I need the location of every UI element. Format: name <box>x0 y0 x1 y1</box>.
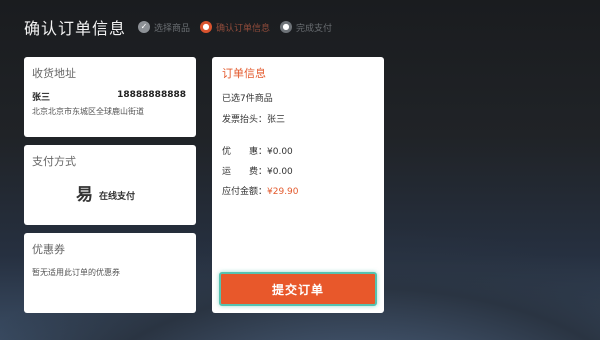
page-title: 确认订单信息 <box>24 19 127 38</box>
discount-value: ¥0.00 <box>267 147 293 157</box>
step-label: 选择商品 <box>154 23 191 34</box>
progress-steps: ✓ 选择商品 ● 确认订单信息 ● 完成支付 <box>138 21 332 34</box>
step-complete-payment: ● 完成支付 <box>280 21 332 34</box>
coupon-card[interactable]: 优惠券 暂无适用此订单的优惠券 <box>24 233 196 313</box>
freight-value: ¥0.00 <box>267 167 293 177</box>
step-dot-icon: ● <box>200 21 213 33</box>
step-label: 完成支付 <box>296 23 333 34</box>
payable-label: 应付金额： <box>222 187 268 197</box>
step-dot-icon: ● <box>280 21 293 33</box>
discount-line: 优 惠：¥0.00 <box>222 144 293 157</box>
invoice-line: 发票抬头：张三 <box>222 112 285 125</box>
address-card[interactable]: 收货地址 张三 18888888888 北京北京市东城区全球鹿山街道 <box>24 57 196 137</box>
address-detail: 北京北京市东城区全球鹿山街道 <box>32 107 144 116</box>
recipient-name: 张三 <box>32 93 51 103</box>
invoice-value: 张三 <box>267 115 286 125</box>
coupon-status: 暂无适用此订单的优惠券 <box>32 268 120 277</box>
payable-value: ¥29.90 <box>267 187 299 197</box>
coupon-card-title: 优惠券 <box>32 243 65 256</box>
order-card-title: 订单信息 <box>222 67 266 80</box>
payment-card[interactable]: 支付方式 易 在线支付 <box>24 145 196 225</box>
yi-payment-icon: 易 <box>76 185 93 205</box>
discount-label: 优 惠： <box>222 147 268 157</box>
items-count: 已选7件商品 <box>222 94 273 104</box>
payable-line: 应付金额：¥29.90 <box>222 184 299 197</box>
step-confirm-order: ● 确认订单信息 <box>200 21 270 34</box>
header: 确认订单信息 ✓ 选择商品 ● 确认订单信息 ● 完成支付 <box>24 12 332 42</box>
submit-order-button[interactable]: 提交订单 <box>219 272 377 306</box>
order-info-card: 订单信息 已选7件商品 发票抬头：张三 优 惠：¥0.00 运 费：¥0.00 … <box>212 57 384 313</box>
payment-method: 易 在线支付 <box>76 187 135 204</box>
freight-line: 运 费：¥0.00 <box>222 164 293 177</box>
address-card-title: 收货地址 <box>32 67 76 80</box>
payment-card-title: 支付方式 <box>32 155 76 168</box>
invoice-label: 发票抬头： <box>222 115 268 125</box>
recipient-phone: 18888888888 <box>117 90 186 100</box>
freight-label: 运 费： <box>222 167 268 177</box>
step-label: 确认订单信息 <box>216 23 271 34</box>
payment-method-label: 在线支付 <box>99 192 136 202</box>
step-select-goods: ✓ 选择商品 <box>138 21 190 34</box>
check-icon: ✓ <box>138 21 151 33</box>
